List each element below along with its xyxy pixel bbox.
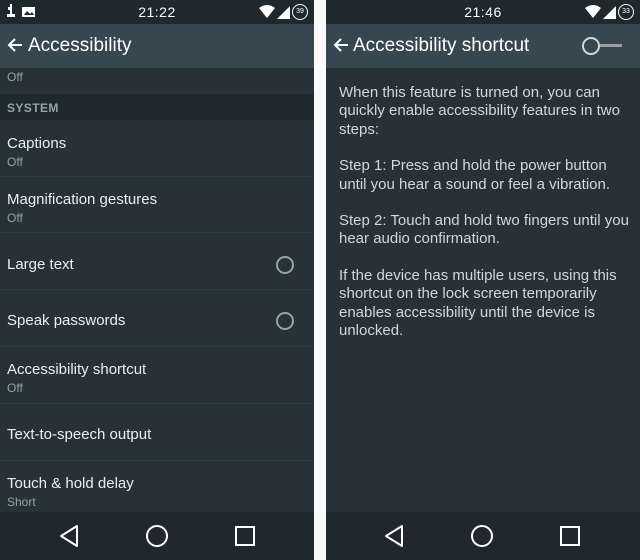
setting-title: Touch & hold delay [7, 475, 134, 492]
action-bar: Accessibility [0, 24, 314, 68]
description-paragraph: Step 2: Touch and hold two fingers until… [339, 212, 629, 248]
setting-title: Captions [7, 135, 67, 152]
setting-touch-hold-delay[interactable]: Touch & hold delay Short [0, 461, 314, 513]
setting-large-text[interactable]: Large text [0, 233, 314, 289]
setting-text-to-speech[interactable]: Text-to-speech output [0, 404, 314, 460]
back-arrow-icon[interactable] [6, 36, 24, 54]
setting-title: Text-to-speech output [7, 426, 152, 443]
wifi-icon [259, 5, 275, 18]
speak-passwords-checkbox[interactable] [276, 312, 294, 330]
status-bar: 21:22 39 [0, 0, 314, 24]
setting-title: Accessibility shortcut [7, 361, 147, 378]
back-nav-icon[interactable] [382, 524, 406, 548]
status-bar: 21:46 33 [326, 0, 640, 24]
page-title: Accessibility shortcut [353, 35, 530, 56]
accessibility-screen: 21:22 39 Accessibility Off SYSTEM Captio… [0, 0, 314, 560]
switch-thumb [582, 37, 600, 55]
action-bar: Accessibility shortcut [326, 24, 640, 68]
setting-subtitle: Off [7, 211, 23, 225]
setting-accessibility-shortcut[interactable]: Accessibility shortcut Off [0, 347, 314, 403]
signal-icon [277, 5, 290, 19]
system-icons: 33 [585, 4, 634, 20]
setting-subtitle: Short [7, 495, 36, 509]
list-item-summary[interactable]: Off [0, 68, 314, 94]
recents-nav-icon[interactable] [233, 524, 257, 548]
home-nav-icon[interactable] [145, 524, 169, 548]
section-header-system: SYSTEM [0, 94, 314, 120]
home-nav-icon[interactable] [470, 524, 494, 548]
description-paragraph: If the device has multiple users, using … [339, 266, 617, 340]
shortcut-toggle-switch[interactable] [582, 36, 626, 56]
system-icons: 39 [259, 4, 308, 20]
large-text-checkbox[interactable] [276, 256, 294, 274]
back-arrow-icon[interactable] [332, 36, 350, 54]
setting-title: Speak passwords [7, 312, 126, 329]
navigation-bar [326, 512, 640, 560]
shortcut-description: When this feature is turned on, you can … [339, 84, 629, 358]
battery-icon: 39 [292, 4, 308, 20]
signal-icon [603, 5, 616, 19]
setting-magnification-gestures[interactable]: Magnification gestures Off [0, 177, 314, 232]
wifi-icon [585, 5, 601, 18]
setting-title: Large text [7, 256, 74, 273]
section-title: SYSTEM [7, 101, 59, 115]
setting-captions[interactable]: Captions Off [0, 120, 314, 176]
setting-speak-passwords[interactable]: Speak passwords [0, 290, 314, 346]
description-paragraph: When this feature is turned on, you can … [339, 84, 620, 138]
accessibility-shortcut-screen: 21:46 33 Accessibility shortcut When thi… [326, 0, 640, 560]
page-title: Accessibility [28, 35, 132, 56]
navigation-bar [0, 512, 314, 560]
battery-icon: 33 [618, 4, 634, 20]
setting-subtitle: Off [7, 155, 23, 169]
description-paragraph: Step 1: Press and hold the power button … [339, 157, 611, 193]
recents-nav-icon[interactable] [558, 524, 582, 548]
setting-subtitle: Off [7, 381, 23, 395]
back-nav-icon[interactable] [57, 524, 81, 548]
setting-title: Magnification gestures [7, 191, 158, 208]
list-item-subtitle: Off [7, 70, 23, 84]
